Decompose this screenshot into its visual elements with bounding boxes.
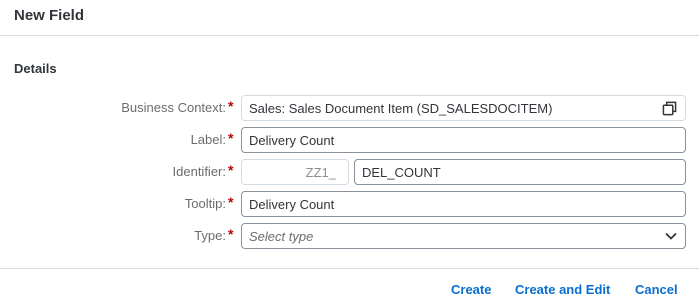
type-row: Type: * Select type [0, 223, 699, 249]
business-context-row: Business Context: * Sales: Sales Documen… [0, 95, 699, 121]
type-placeholder: Select type [249, 229, 314, 244]
business-context-label: Business Context: [121, 100, 226, 115]
identifier-row: Identifier: * ZZ1_ DEL_COUNT [0, 159, 699, 185]
dialog-footer: Create Create and Edit Cancel [0, 268, 699, 306]
business-context-field[interactable]: Sales: Sales Document Item (SD_SALESDOCI… [241, 95, 686, 121]
dialog-header: New Field [0, 0, 699, 36]
create-and-edit-button[interactable]: Create and Edit [515, 282, 610, 297]
tooltip-label: Tooltip: [184, 196, 226, 211]
required-marker: * [228, 226, 234, 242]
business-context-value: Sales: Sales Document Item (SD_SALESDOCI… [249, 101, 553, 116]
label-input[interactable]: Delivery Count [241, 127, 686, 153]
type-select[interactable]: Select type [241, 223, 686, 249]
label-row: Label: * Delivery Count [0, 127, 699, 153]
dialog-title: New Field [14, 7, 85, 24]
identifier-input[interactable]: DEL_COUNT [354, 159, 686, 185]
cancel-button[interactable]: Cancel [635, 282, 678, 297]
tooltip-input[interactable]: Delivery Count [241, 191, 686, 217]
create-button[interactable]: Create [451, 282, 491, 297]
label-field-label: Label: [190, 132, 226, 147]
section-title: Details [14, 61, 57, 76]
required-marker: * [228, 162, 234, 178]
required-marker: * [228, 130, 234, 146]
tooltip-row: Tooltip: * Delivery Count [0, 191, 699, 217]
required-marker: * [228, 98, 234, 114]
chevron-down-icon[interactable] [665, 231, 677, 241]
identifier-label: Identifier: [172, 164, 226, 179]
identifier-prefix: ZZ1_ [241, 159, 349, 185]
type-label: Type: [194, 228, 226, 243]
required-marker: * [228, 194, 234, 210]
value-help-icon[interactable] [662, 101, 677, 116]
